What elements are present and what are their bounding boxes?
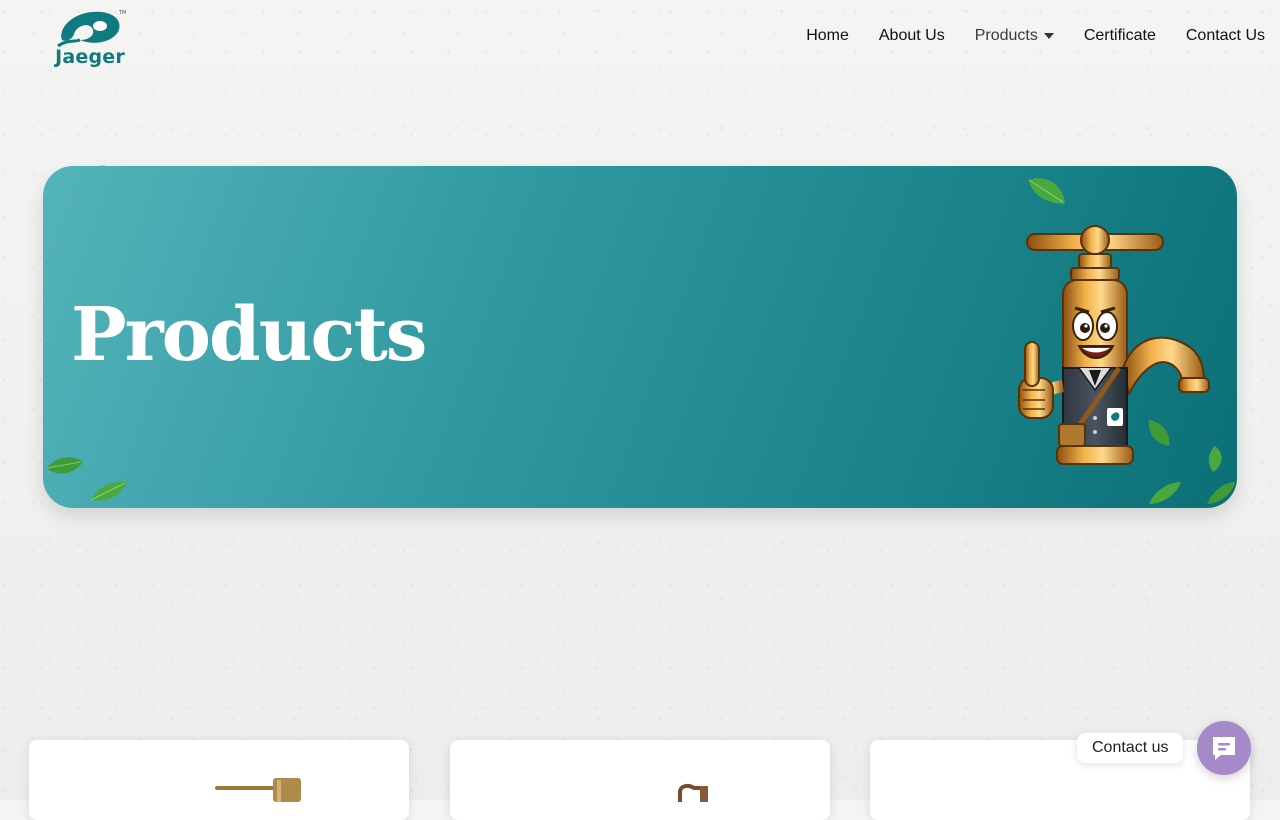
caret-down-icon xyxy=(1043,33,1054,39)
product-card[interactable] xyxy=(870,740,1250,820)
leaf-icon xyxy=(1149,482,1181,504)
nav-home[interactable]: Home xyxy=(806,27,849,45)
contact-us-label[interactable]: Contact us xyxy=(1077,733,1184,763)
site-header: TM Jaeger Home About Us Products Certifi… xyxy=(0,0,1280,84)
logo-trademark: TM xyxy=(119,10,127,16)
contact-us-button[interactable] xyxy=(1197,721,1251,775)
logo-swirl-icon xyxy=(57,11,120,48)
nav-certificate[interactable]: Certificate xyxy=(1084,27,1156,45)
hero-banner: Products xyxy=(43,166,1237,508)
nav-home-label: Home xyxy=(806,27,849,44)
nav-products[interactable]: Products xyxy=(975,27,1054,45)
leaf-icon xyxy=(90,481,127,501)
brand-logo[interactable]: TM Jaeger xyxy=(52,10,128,70)
nav-certificate-label: Certificate xyxy=(1083,27,1156,44)
nav-about-us-label: About Us xyxy=(878,27,945,44)
leaf-icon xyxy=(1028,178,1065,204)
logo-wordmark: Jaeger xyxy=(55,46,125,68)
main-nav: Home About Us Products Certificate Conta… xyxy=(776,27,1265,45)
product-card[interactable] xyxy=(450,740,830,820)
nav-contact-us-label: Contact Us xyxy=(1185,27,1265,44)
page-title: Products xyxy=(71,292,427,378)
soap-dispenser-image xyxy=(215,778,301,802)
nav-contact-us[interactable]: Contact Us xyxy=(1186,27,1265,45)
chat-bubble-icon xyxy=(1213,737,1235,760)
soap-dispenser-image xyxy=(678,783,708,802)
nav-products-label: Products xyxy=(974,27,1038,44)
nav-about-us[interactable]: About Us xyxy=(879,27,945,45)
leaf-icon xyxy=(46,457,83,474)
product-card[interactable] xyxy=(29,740,409,820)
faucet-mascot-illustration xyxy=(1018,225,1210,465)
leaf-icon xyxy=(1207,482,1235,504)
